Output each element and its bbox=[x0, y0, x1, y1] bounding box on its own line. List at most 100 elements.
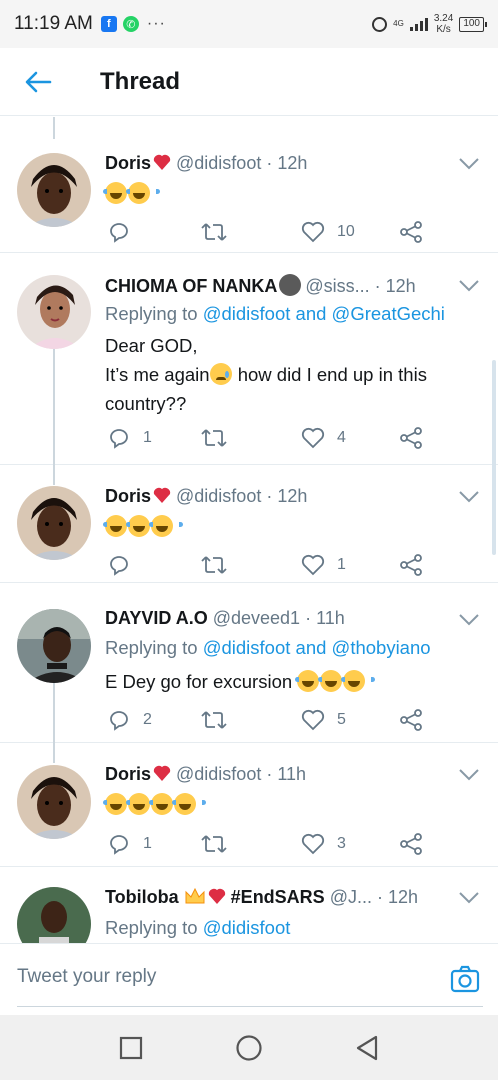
chevron-down-icon[interactable] bbox=[458, 613, 480, 627]
network-type: 4G bbox=[393, 19, 404, 28]
chevron-down-icon[interactable] bbox=[458, 157, 480, 171]
replying-to-mentions[interactable]: @didisfoot and @GreatGechi bbox=[203, 303, 445, 324]
reply-count: 2 bbox=[143, 711, 152, 728]
like-button[interactable]: 1 bbox=[301, 552, 346, 578]
tears-of-joy-emoji-icon bbox=[103, 182, 137, 204]
tears-of-joy-emoji-icon bbox=[149, 793, 183, 815]
recents-button[interactable] bbox=[117, 1034, 145, 1062]
square-icon bbox=[119, 1036, 143, 1059]
avatar[interactable] bbox=[17, 887, 91, 943]
more-notifications-icon: ··· bbox=[146, 15, 166, 32]
reply-button[interactable] bbox=[107, 219, 131, 245]
chevron-down-icon[interactable] bbox=[458, 768, 480, 782]
reply-icon bbox=[110, 429, 128, 449]
separator-dot: · bbox=[266, 486, 273, 506]
tweet-time: 11h bbox=[277, 764, 307, 784]
like-count: 3 bbox=[337, 835, 346, 852]
tweet-item[interactable]: Doris @didisfoot · 12h 1 bbox=[0, 465, 498, 583]
tweet-text bbox=[103, 179, 478, 208]
author-name[interactable]: DAYVID A.O bbox=[105, 608, 208, 628]
share-icon bbox=[400, 709, 422, 731]
author-name[interactable]: Tobiloba bbox=[105, 887, 179, 907]
author-handle[interactable]: @didisfoot bbox=[176, 764, 261, 784]
avatar[interactable] bbox=[17, 275, 91, 349]
like-count: 10 bbox=[337, 223, 355, 240]
author-handle[interactable]: @didisfoot bbox=[176, 486, 261, 506]
separator-dot: · bbox=[266, 764, 273, 784]
tears-of-joy-emoji-icon bbox=[126, 182, 160, 204]
author-name-tag[interactable]: #EndSARS bbox=[231, 887, 325, 907]
share-button[interactable] bbox=[399, 425, 423, 451]
tweet-text-line: country?? bbox=[105, 393, 187, 414]
reply-button[interactable]: 2 bbox=[107, 707, 152, 733]
back-button[interactable] bbox=[18, 62, 58, 102]
status-time: 11:19 AM bbox=[14, 13, 93, 34]
author-handle[interactable]: @siss... bbox=[305, 276, 369, 296]
facebook-icon: f bbox=[100, 16, 117, 32]
tweet-time: 12h bbox=[385, 276, 416, 296]
tweet-actions: 10 bbox=[105, 219, 425, 245]
reply-button[interactable]: 1 bbox=[107, 831, 152, 857]
like-button[interactable]: 10 bbox=[301, 219, 355, 245]
author-name[interactable]: Doris bbox=[105, 764, 151, 784]
retweet-icon bbox=[201, 223, 227, 241]
tweet-header: Doris @didisfoot · 11h bbox=[105, 764, 460, 785]
like-button[interactable]: 5 bbox=[301, 707, 346, 733]
tweet-actions: 1 3 bbox=[105, 831, 425, 857]
share-button[interactable] bbox=[399, 219, 423, 245]
retweet-button[interactable] bbox=[201, 425, 227, 451]
author-name[interactable]: Doris bbox=[105, 153, 151, 173]
heart-emoji-icon bbox=[153, 487, 171, 503]
tweet-item[interactable]: DAYVID A.O @deveed1 · 11h Replying to @d… bbox=[0, 583, 498, 743]
avatar[interactable] bbox=[17, 153, 91, 227]
system-nav-bar bbox=[0, 1015, 498, 1080]
replying-to-mentions[interactable]: @didisfoot bbox=[203, 917, 291, 938]
share-button[interactable] bbox=[399, 707, 423, 733]
scrollbar[interactable] bbox=[492, 360, 496, 555]
tweet-item[interactable]: Doris @didisfoot · 11h 1 3 bbox=[0, 743, 498, 867]
tears-of-joy-emoji-icon bbox=[126, 515, 160, 537]
chevron-down-icon[interactable] bbox=[458, 891, 480, 905]
tweet-text-line: It’s me again how did I end up in this bbox=[105, 360, 478, 389]
author-name[interactable]: Doris bbox=[105, 486, 151, 506]
tweet-time: 12h bbox=[277, 153, 308, 173]
reply-icon bbox=[110, 556, 128, 576]
tweet-actions: 2 5 bbox=[105, 707, 425, 733]
reply-button[interactable] bbox=[107, 552, 131, 578]
avatar[interactable] bbox=[17, 765, 91, 839]
replying-to-mentions[interactable]: @didisfoot and @thobyiano bbox=[203, 637, 431, 658]
tweet-item[interactable]: Doris @didisfoot · 12h 10 bbox=[0, 139, 498, 253]
tears-of-joy-emoji-icon bbox=[341, 670, 376, 692]
chevron-down-icon[interactable] bbox=[458, 490, 480, 504]
like-button[interactable]: 3 bbox=[301, 831, 346, 857]
camera-icon[interactable] bbox=[450, 964, 480, 994]
author-handle[interactable]: @J... bbox=[330, 887, 372, 907]
network-speed: 3.24 K/s bbox=[434, 13, 453, 35]
share-icon bbox=[400, 554, 422, 576]
tweet-header: Tobiloba #EndSARS @J... · 12h bbox=[105, 887, 460, 908]
tweet-time: 12h bbox=[277, 486, 308, 506]
tears-of-joy-emoji-icon bbox=[318, 670, 353, 692]
status-bar: 11:19 AM f ✆ ··· 4G 3.24 K/s 100 bbox=[0, 0, 498, 48]
chevron-down-icon[interactable] bbox=[458, 279, 480, 293]
avatar[interactable] bbox=[17, 609, 91, 683]
share-button[interactable] bbox=[399, 831, 423, 857]
tweet-header: CHIOMA OF NANKA @siss... · 12h bbox=[105, 274, 460, 297]
tweet-item[interactable]: Tobiloba #EndSARS @J... · 12h Replying t… bbox=[0, 867, 498, 943]
retweet-button[interactable] bbox=[201, 552, 227, 578]
share-button[interactable] bbox=[399, 552, 423, 578]
heart-icon bbox=[301, 709, 325, 731]
avatar[interactable] bbox=[17, 486, 91, 560]
like-button[interactable]: 4 bbox=[301, 425, 346, 451]
retweet-button[interactable] bbox=[201, 831, 227, 857]
retweet-button[interactable] bbox=[201, 707, 227, 733]
author-name[interactable]: CHIOMA OF NANKA bbox=[105, 276, 277, 296]
retweet-button[interactable] bbox=[201, 219, 227, 245]
home-button[interactable] bbox=[235, 1034, 263, 1062]
reply-input[interactable]: Tweet your reply bbox=[17, 966, 156, 988]
tweet-item[interactable]: CHIOMA OF NANKA @siss... · 12h Replying t… bbox=[0, 253, 498, 465]
author-handle[interactable]: @didisfoot bbox=[176, 153, 261, 173]
reply-button[interactable]: 1 bbox=[107, 425, 152, 451]
back-nav-button[interactable] bbox=[353, 1034, 381, 1062]
author-handle[interactable]: @deveed1 bbox=[213, 608, 300, 628]
